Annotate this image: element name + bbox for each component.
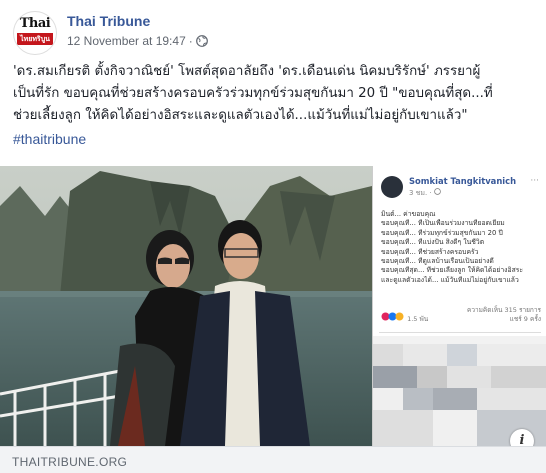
globe-icon xyxy=(434,188,441,197)
message-line: เป็นที่รัก ขอบคุณที่ช่วยสร้างครอบครัวร่ว… xyxy=(13,86,493,101)
post-image[interactable]: Somkiat Tangkitvanich 3 ชม. · ··· มิ้นต์… xyxy=(0,166,546,446)
embedded-counts: ความคิดเห็น 315 รายการ แชร์ 9 ครั้ง xyxy=(467,306,541,324)
logo-thai-wordmark: ไทยทริบูน xyxy=(17,33,53,45)
message-line: ช่วยเลี้ยงลูก ให้คิดได้อย่างอิสระและดูแล… xyxy=(13,108,468,123)
post-card: Thai ไทยทริบูน Thai Tribune 12 November … xyxy=(0,0,546,473)
embedded-post-screenshot: Somkiat Tangkitvanich 3 ชม. · ··· มิ้นต์… xyxy=(372,166,546,446)
link-preview-footer[interactable]: THAITRIBUNE.ORG xyxy=(0,446,546,473)
embedded-time-text: 3 ชม. · xyxy=(409,189,434,197)
couple-photo xyxy=(0,166,372,446)
embedded-line: และดูแลตัวเองได้... แม้วันที่แม่ไม่อยู่ก… xyxy=(381,275,519,284)
embedded-line: ขอบคุณที่... ที่ดูแลบ้านเรือนเป็นอย่างดี xyxy=(381,257,494,266)
divider xyxy=(379,332,541,333)
embedded-line: ขอบคุณที่... ที่ร่วมทุกข์ร่วมสุขกันมา 20… xyxy=(381,228,503,237)
globe-icon[interactable] xyxy=(195,35,208,50)
embedded-line: ขอบคุณที่... ที่ช่วยสร้างครอบครัว xyxy=(381,247,479,256)
share-count: แชร์ 9 ครั้ง xyxy=(509,315,541,323)
page-name-link[interactable]: Thai Tribune xyxy=(67,13,150,29)
comment-count: ความคิดเห็น 315 รายการ xyxy=(466,306,541,314)
hashtag-link[interactable]: #thaitribune xyxy=(13,131,86,147)
embedded-time: 3 ชม. · xyxy=(409,188,441,199)
reaction-count: 1.5 พัน xyxy=(407,315,429,323)
embedded-text: มิ้นต์... ค่าขอบคุณ ขอบคุณที่... ที่เป็น… xyxy=(381,210,541,285)
embedded-line: ขอบคุณที่... ที่เป็นเพื่อนร่วมงานที่ยอดเ… xyxy=(381,219,505,228)
embedded-avatar xyxy=(381,176,403,198)
post-meta: 12 November at 19:47 · xyxy=(67,34,208,50)
meta-separator: · xyxy=(188,34,193,48)
message-line: 'ดร.สมเกียรติ ตั้งกิจวาณิชย์' โพสต์สุดอา… xyxy=(13,64,481,79)
page-avatar[interactable]: Thai ไทยทริบูน xyxy=(13,11,57,55)
more-icon: ··· xyxy=(530,176,539,186)
embedded-line: ขอบคุณที่สุด... ที่ช่วยเลี้ยงลูก ให้คิดไ… xyxy=(381,266,524,275)
embedded-line: ขอบคุณที่... ที่แบ่งปัน สิ่งดีๆ ในชีวิต xyxy=(381,238,485,247)
link-domain[interactable]: THAITRIBUNE.ORG xyxy=(12,455,127,469)
logo-wordmark: Thai xyxy=(19,16,51,31)
embedded-reactions: 1.5 พัน xyxy=(381,312,428,324)
embedded-author: Somkiat Tangkitvanich xyxy=(409,176,517,186)
reaction-icons xyxy=(381,312,405,323)
embedded-line: มิ้นต์... ค่าขอบคุณ xyxy=(381,210,436,218)
post-message: 'ดร.สมเกียรติ ตั้งกิจวาณิชย์' โพสต์สุดอา… xyxy=(13,61,535,127)
post-timestamp[interactable]: 12 November at 19:47 xyxy=(67,34,186,48)
